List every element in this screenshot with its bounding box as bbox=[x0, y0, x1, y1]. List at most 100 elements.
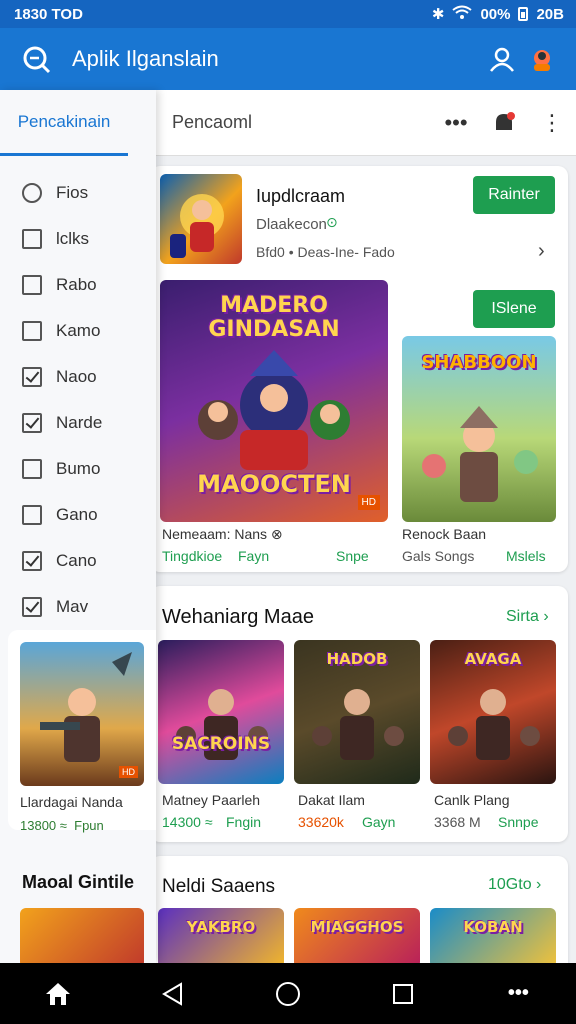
game-meta-right: Gayn bbox=[362, 814, 396, 830]
drawer-filter-label: Rabo bbox=[56, 275, 97, 294]
recents-icon[interactable] bbox=[373, 969, 433, 1019]
game-meta-right: Fngin bbox=[226, 814, 262, 830]
app-bar: Aplik Ilganslain bbox=[0, 28, 576, 90]
game-name[interactable]: Canlk Plang bbox=[434, 792, 510, 808]
big-game-meta-left: Tingdkioe bbox=[162, 548, 223, 564]
wifi-icon bbox=[452, 5, 473, 23]
bottom-section-card: Neldi Saaens 10Gto › YAKBRO MIAGGHOS KOBAN bbox=[150, 856, 568, 976]
featured-app-title[interactable]: Iupdlcraam bbox=[256, 186, 345, 207]
big-game-meta-right: Snpe bbox=[336, 548, 369, 564]
side-game-name[interactable]: Renock Baan bbox=[402, 526, 486, 542]
drawer-bottom-title: Maoal Gintile bbox=[22, 872, 135, 892]
checkbox-icon[interactable] bbox=[22, 367, 42, 387]
drawer-filter-item[interactable]: lclks bbox=[0, 216, 156, 262]
more-horizontal-icon[interactable]: ••• bbox=[432, 103, 480, 143]
checkbox-icon[interactable] bbox=[22, 275, 42, 295]
checkbox-icon[interactable] bbox=[22, 229, 42, 249]
checkbox-icon[interactable] bbox=[22, 459, 42, 479]
status-icons: ✱ 00% 20B bbox=[431, 5, 564, 24]
section-card: Wehaniarg Maae Sirta › SACROINS Matney Pa… bbox=[150, 586, 568, 842]
bottom-section-title: Neldi Saaens bbox=[162, 876, 276, 897]
more-vertical-icon[interactable]: ⋮ bbox=[528, 103, 576, 143]
featured-card: Iupdlcraam Dlaakecon ⊙ Bfd0 • Deas-Ine- … bbox=[150, 166, 568, 572]
filter-drawer: Pencakinain Fios lclks Rabo Kamo Naoo Narde Bu… bbox=[0, 90, 156, 968]
big-game-thumbnail[interactable]: MADERO GINDASAN MAOOCTEN HD bbox=[160, 280, 388, 522]
battery-percent: 00% bbox=[480, 5, 511, 23]
drawer-filter-label: Gano bbox=[56, 505, 98, 524]
game-meta-left: 3368 M bbox=[434, 814, 481, 830]
game-name[interactable]: Dakat Ilam bbox=[298, 792, 365, 808]
drawer-filter-item[interactable]: Gano bbox=[0, 492, 156, 538]
drawer-filter-label: lclks bbox=[56, 229, 90, 248]
checkbox-icon[interactable] bbox=[22, 183, 42, 203]
home-circle-icon[interactable] bbox=[258, 969, 318, 1019]
checkbox-icon[interactable] bbox=[22, 505, 42, 525]
home-icon[interactable] bbox=[28, 969, 88, 1019]
drawer-filter-label: Fios bbox=[56, 183, 89, 202]
drawer-filter-item[interactable]: Mav bbox=[0, 584, 156, 630]
game-art-title: MIAGGHOS bbox=[310, 918, 404, 936]
secondary-button[interactable]: ISlene bbox=[473, 290, 555, 328]
drawer-filter-label: Bumo bbox=[56, 459, 101, 478]
status-time: 1830 TOD bbox=[14, 5, 83, 23]
game-art-title: SACROINS bbox=[171, 734, 271, 754]
drawer-filter-item[interactable]: Naoo bbox=[0, 354, 156, 400]
drawer-tab[interactable]: Pencakinain bbox=[0, 90, 128, 156]
search-icon[interactable] bbox=[16, 39, 56, 79]
checkbox-icon[interactable] bbox=[22, 413, 42, 433]
game-thumbnail[interactable]: SACROINS bbox=[158, 640, 284, 784]
install-button[interactable]: Rainter bbox=[473, 176, 555, 214]
section-see-all-link[interactable]: Sirta › bbox=[506, 608, 549, 626]
checkbox-icon[interactable] bbox=[22, 321, 42, 341]
game-thumbnail[interactable]: YAKBRO bbox=[158, 908, 284, 968]
avatar[interactable] bbox=[522, 39, 562, 79]
checkbox-icon[interactable] bbox=[22, 597, 42, 617]
game-meta-left: 14300 ≈ bbox=[162, 814, 213, 830]
drawer-filter-item[interactable]: Fios bbox=[0, 170, 156, 216]
tab-secondary[interactable]: Pencaoml bbox=[172, 112, 432, 133]
tabs-row: Pencaoml ••• ⋮ bbox=[156, 90, 576, 156]
notification-icon[interactable] bbox=[480, 103, 528, 143]
game-thumbnail[interactable]: AVAGA bbox=[430, 640, 556, 784]
drawer-filter-item[interactable]: Narde bbox=[0, 400, 156, 446]
system-nav-bar: ••• bbox=[0, 963, 576, 1024]
drawer-bottom-thumbnail[interactable] bbox=[20, 908, 144, 968]
drawer-filter-label: Cano bbox=[56, 551, 97, 570]
bluetooth-icon: ✱ bbox=[431, 6, 445, 23]
back-icon[interactable] bbox=[143, 969, 203, 1019]
battery-icon bbox=[518, 7, 529, 21]
featured-app-icon[interactable] bbox=[160, 174, 242, 264]
drawer-filter-label: Naoo bbox=[56, 367, 97, 386]
drawer-filter-item[interactable]: Bumo bbox=[0, 446, 156, 492]
chevron-right-icon[interactable]: › bbox=[538, 240, 545, 263]
drawer-filter-item[interactable]: Cano bbox=[0, 538, 156, 584]
drawer-filter-item[interactable]: Rabo bbox=[0, 262, 156, 308]
more-icon[interactable]: ••• bbox=[488, 969, 548, 1019]
checkbox-icon[interactable] bbox=[22, 551, 42, 571]
drawer-game-thumbnail[interactable]: HD bbox=[20, 642, 144, 786]
game-art-title: YAKBRO bbox=[186, 918, 256, 936]
game-thumbnail[interactable]: KOBAN bbox=[430, 908, 556, 968]
drawer-game-meta: 13800 ≈ Fpun bbox=[20, 818, 104, 833]
game-art-title: HADOB bbox=[326, 650, 388, 668]
game-name[interactable]: Matney Paarleh bbox=[162, 792, 260, 808]
game-meta-right: Snnpe bbox=[498, 814, 539, 830]
drawer-filter-item[interactable]: Kamo bbox=[0, 308, 156, 354]
game-art-title: KOBAN bbox=[463, 918, 523, 936]
drawer-filter-label: Kamo bbox=[56, 321, 101, 340]
drawer-filter-label: Mav bbox=[56, 597, 89, 616]
big-game-meta-mid: Fayn bbox=[238, 548, 270, 564]
bottom-section-link[interactable]: 10Gto › bbox=[488, 876, 541, 894]
featured-app-meta: Bfd0 • Deas-Ine- Fado bbox=[256, 244, 395, 260]
network-label: 20B bbox=[536, 5, 564, 23]
big-game-name[interactable]: Nemeaam: Nans ⊗ bbox=[162, 526, 283, 543]
drawer-game-card[interactable]: HD Llardagai Nanda 13800 ≈ Fpun bbox=[8, 630, 156, 833]
game-thumbnail[interactable]: MIAGGHOS bbox=[294, 908, 420, 968]
side-game-meta-left: Gals Songs bbox=[402, 548, 475, 564]
app-title: Aplik Ilganslain bbox=[72, 46, 219, 71]
drawer-filter-label: Narde bbox=[56, 413, 103, 432]
profile-icon[interactable] bbox=[482, 39, 522, 79]
side-game-thumbnail[interactable]: SHABBOON bbox=[402, 336, 556, 522]
game-thumbnail[interactable]: HADOB bbox=[294, 640, 420, 784]
drawer-hd-badge: HD bbox=[119, 766, 138, 778]
